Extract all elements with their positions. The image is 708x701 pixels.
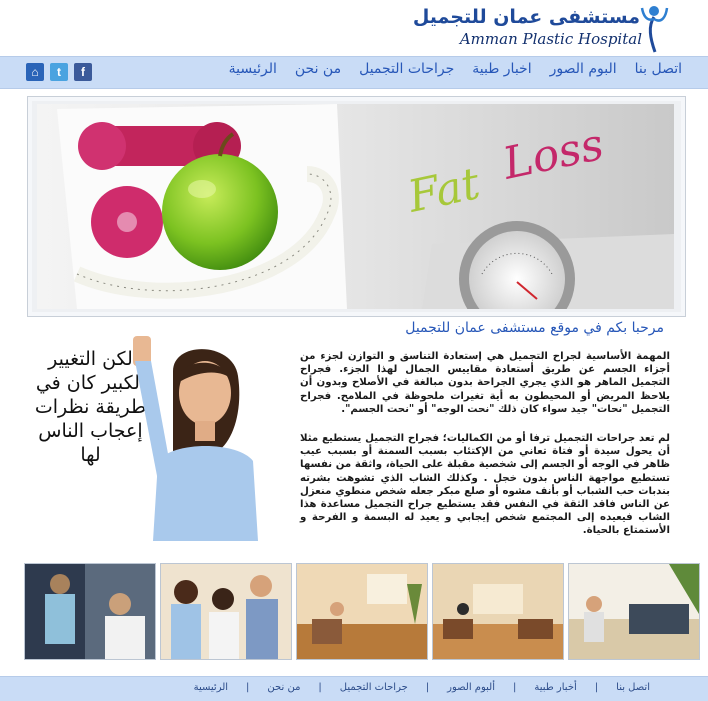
- intro-paragraph: المهمة الأساسية لجراح التجميل هي إستعادة…: [300, 351, 670, 415]
- nav-about[interactable]: من نحن: [295, 61, 341, 77]
- footer-separator: |: [318, 682, 322, 693]
- main-nav: الرئيسية من نحن جراحات التجميل اخبار طبي…: [0, 56, 708, 89]
- footer-nav: الرئيسية | من نحن | جراحات التجميل | ألب…: [0, 676, 708, 701]
- footer-separator: |: [513, 682, 517, 693]
- testimonial-slogan: لكن التغيير الكبير كان في طريقة نظرات إع…: [34, 348, 147, 466]
- hospital-logo[interactable]: مستشفى عمان للتجميل Amman Plastic Hospit…: [413, 4, 670, 54]
- gallery-photo-waiting-room[interactable]: [296, 563, 428, 660]
- footer-home[interactable]: الرئيسية: [194, 682, 228, 693]
- gallery-photo-checkup[interactable]: [24, 563, 156, 660]
- gallery-photo-doctors[interactable]: [160, 563, 292, 660]
- fat-loss-banner: Fat Loss: [37, 104, 674, 309]
- footer-separator: |: [594, 682, 599, 693]
- twitter-icon[interactable]: t: [50, 63, 68, 81]
- gallery-photo-lounge[interactable]: [432, 563, 564, 660]
- footer-photo-album[interactable]: ألبوم الصور: [447, 682, 495, 693]
- home-icon[interactable]: ⌂: [26, 63, 44, 81]
- nav-links: الرئيسية من نحن جراحات التجميل اخبار طبي…: [229, 61, 682, 77]
- nav-photo-album[interactable]: البوم الصور: [550, 61, 617, 77]
- logo-text-english: Amman Plastic Hospital: [459, 30, 642, 48]
- woman-portrait: [133, 336, 258, 541]
- footer-contact[interactable]: اتصل بنا: [616, 682, 650, 693]
- nav-medical-news[interactable]: اخبار طبية: [472, 61, 531, 77]
- photo-gallery: [24, 563, 704, 660]
- nav-contact[interactable]: اتصل بنا: [635, 61, 682, 77]
- logo-figure-icon: [640, 6, 669, 53]
- welcome-heading: مرحبا بكم في موقع مستشفى عمان للتجميل: [405, 320, 664, 336]
- testimonial-image: لكن التغيير الكبير كان في طريقة نظرات إع…: [33, 331, 258, 541]
- nav-home[interactable]: الرئيسية: [229, 61, 277, 77]
- nav-surgeries[interactable]: جراحات التجميل: [359, 61, 454, 77]
- footer-separator: |: [425, 682, 430, 693]
- footer-surgeries[interactable]: جراحات التجميل: [340, 682, 408, 693]
- social-links: ⌂ t f: [26, 63, 92, 81]
- gallery-photo-reception[interactable]: [568, 563, 700, 660]
- footer-separator: |: [246, 682, 250, 693]
- facebook-icon[interactable]: f: [74, 63, 92, 81]
- details-paragraph: لم تعد جراحات التجميل ترفا أو من الكمالي…: [300, 433, 670, 537]
- footer-medical-news[interactable]: أخبار طبية: [534, 682, 576, 693]
- header: مستشفى عمان للتجميل Amman Plastic Hospit…: [0, 0, 708, 56]
- footer-links: الرئيسية | من نحن | جراحات التجميل | ألب…: [194, 682, 650, 693]
- banner-illustration: Fat Loss: [37, 104, 674, 309]
- logo-text-arabic: مستشفى عمان للتجميل: [412, 6, 640, 28]
- footer-about[interactable]: من نحن: [267, 682, 300, 693]
